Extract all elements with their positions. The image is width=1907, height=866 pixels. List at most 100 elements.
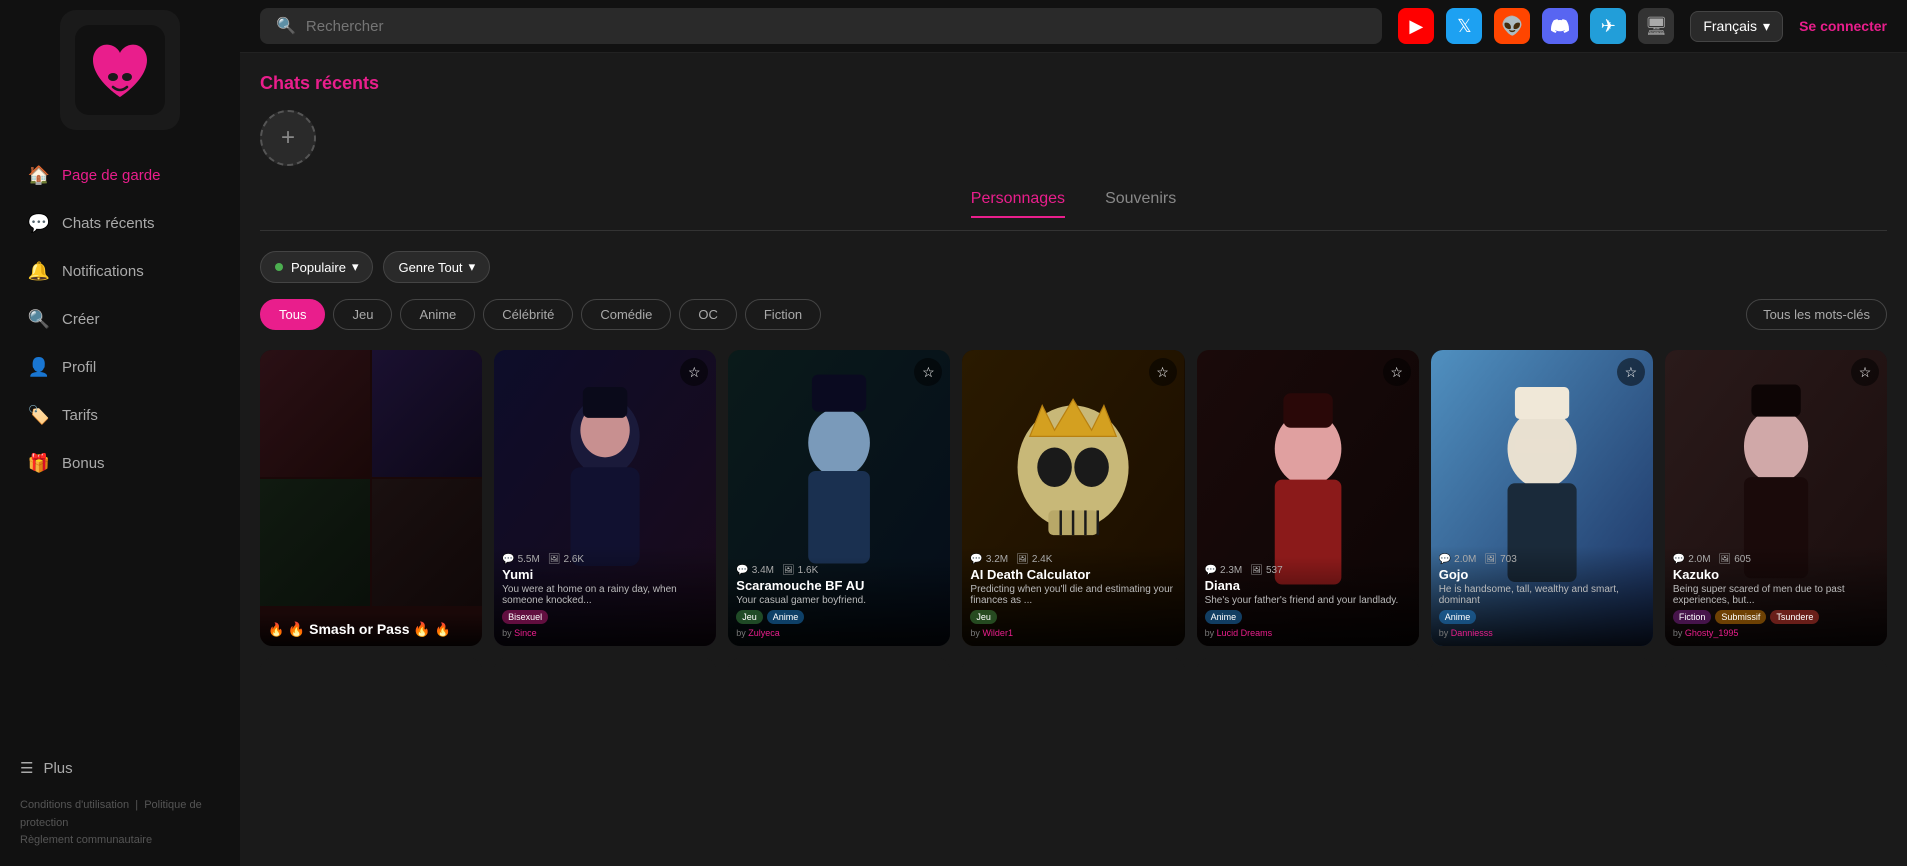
all-keywords-button[interactable]: Tous les mots-clés [1746, 299, 1887, 330]
ai-death-messages: 💬 3.2M [970, 554, 1008, 565]
char-card-row2-5[interactable] [1197, 658, 1419, 866]
community-link[interactable]: Règlement communautaire [20, 834, 152, 846]
home-icon: 🏠 [28, 164, 50, 186]
discord-button[interactable] [1542, 8, 1578, 44]
legal-links: Conditions d'utilisation | Politique de … [20, 797, 220, 850]
plus-label: Plus [43, 760, 72, 777]
sidebar-item-home[interactable]: 🏠 Page de garde [8, 152, 232, 198]
gojo-favorite-button[interactable]: ☆ [1617, 358, 1645, 386]
sort-chevron-icon: ▾ [352, 259, 359, 275]
smash-img-3 [260, 479, 370, 606]
language-label: Français [1703, 18, 1757, 34]
diana-images: 🖼 537 [1250, 565, 1282, 576]
sidebar-item-profile[interactable]: 👤 Profil [8, 344, 232, 390]
tab-personnages[interactable]: Personnages [971, 190, 1065, 218]
char-card-row2-6[interactable] [1431, 658, 1653, 866]
smash-img-1 [260, 350, 370, 477]
cat-tous[interactable]: Tous [260, 299, 325, 330]
cat-celebrite[interactable]: Célébrité [483, 299, 573, 330]
tab-souvenirs[interactable]: Souvenirs [1105, 190, 1176, 218]
char-card-row2-7[interactable] [1665, 658, 1887, 866]
sidebar-item-notifications[interactable]: 🔔 Notifications [8, 248, 232, 294]
char-card-yumi[interactable]: ☆ 💬 5.5M 🖼 2.6K Yumi You were at home on… [494, 350, 716, 646]
char-card-gojo[interactable]: ☆ 💬 2.0M 🖼 703 Gojo He is handsome, tall… [1431, 350, 1653, 646]
sidebar-item-bonus[interactable]: 🎁 Bonus [8, 440, 232, 486]
search-input[interactable] [306, 18, 1366, 35]
fire-icon-right: 🔥 [434, 622, 450, 637]
char-card-ai-death[interactable]: ☆ 💬 3.2M 🖼 2.4K AI Death Calculator Pred… [962, 350, 1184, 646]
kazuko-images: 🖼 605 [1719, 554, 1751, 565]
diana-tags: Anime [1205, 610, 1411, 624]
gojo-name: Gojo [1439, 567, 1645, 583]
logo-icon [75, 25, 165, 115]
notifications-icon: 🔔 [28, 260, 50, 282]
sort-dropdown[interactable]: Populaire ▾ [260, 251, 373, 283]
chevron-down-icon: ▾ [1763, 18, 1770, 35]
sidebar: 🏠 Page de garde 💬 Chats récents 🔔 Notifi… [0, 0, 240, 866]
char-card-scaramouche[interactable]: ☆ 💬 3.4M 🖼 1.6K Scaramouche BF AU Your c… [728, 350, 950, 646]
smash-card-overlay: 🔥 🔥 Smash or Pass 🔥 🔥 [260, 613, 482, 646]
ai-death-tag-jeu: Jeu [970, 610, 997, 624]
scaramouche-name: Scaramouche BF AU [736, 578, 942, 594]
scaramouche-messages: 💬 3.4M [736, 565, 774, 576]
yumi-desc: You were at home on a rainy day, when so… [502, 584, 708, 606]
yumi-tags: Bisexuel [502, 610, 708, 624]
char-card-kazuko[interactable]: ☆ 💬 2.0M 🖼 605 Kazuko Being super scared… [1665, 350, 1887, 646]
ai-death-favorite-button[interactable]: ☆ [1149, 358, 1177, 386]
cat-comedie[interactable]: Comédie [581, 299, 671, 330]
smash-img-4 [372, 479, 482, 606]
sidebar-item-pricing[interactable]: 🏷️ Tarifs [8, 392, 232, 438]
char-card-row2-4[interactable] [962, 658, 1184, 866]
logo-container [60, 10, 180, 130]
kazuko-desc: Being super scared of men due to past ex… [1673, 584, 1879, 606]
sidebar-item-create[interactable]: 🔍 Créer [8, 296, 232, 342]
sidebar-item-bonus-label: Bonus [62, 455, 105, 472]
main-nav: 🏠 Page de garde 💬 Chats récents 🔔 Notifi… [0, 140, 240, 735]
telegram-button[interactable]: ✈ [1590, 8, 1626, 44]
sidebar-item-create-label: Créer [62, 311, 100, 328]
yumi-name: Yumi [502, 567, 708, 583]
twitter-button[interactable]: 𝕏 [1446, 8, 1482, 44]
cat-fiction[interactable]: Fiction [745, 299, 821, 330]
kazuko-overlay: 💬 2.0M 🖼 605 Kazuko Being super scared o… [1665, 546, 1887, 647]
kazuko-favorite-button[interactable]: ☆ [1851, 358, 1879, 386]
sidebar-item-chats[interactable]: 💬 Chats récents [8, 200, 232, 246]
cat-anime[interactable]: Anime [400, 299, 475, 330]
sidebar-item-profile-label: Profil [62, 359, 96, 376]
plus-icon: + [281, 124, 295, 152]
chats-icon: 💬 [28, 212, 50, 234]
yumi-overlay: 💬 5.5M 🖼 2.6K Yumi You were at home on a… [494, 546, 716, 647]
yumi-tag-bisexuel: Bisexuel [502, 610, 548, 624]
char-card-smash-or-pass[interactable]: 🔥 🔥 Smash or Pass 🔥 🔥 [260, 350, 482, 646]
new-chat-button[interactable]: + [260, 110, 316, 166]
sidebar-item-home-label: Page de garde [62, 167, 160, 184]
terms-link[interactable]: Conditions d'utilisation [20, 799, 129, 811]
plus-section[interactable]: ☰ Plus [20, 751, 220, 785]
genre-dropdown[interactable]: Genre Tout ▾ [383, 251, 490, 283]
ai-death-tags: Jeu [970, 610, 1176, 624]
language-dropdown[interactable]: Français ▾ [1690, 11, 1783, 42]
char-card-row2-3[interactable] [728, 658, 950, 866]
search-bar[interactable]: 🔍 [260, 8, 1382, 44]
login-button[interactable]: Se connecter [1799, 18, 1887, 34]
sidebar-footer: ☰ Plus Conditions d'utilisation | Politi… [0, 735, 240, 866]
header: 🔍 ▶ 𝕏 👽 ✈ 🖥 Français ▾ Se connecter [240, 0, 1907, 53]
char-card-row2-2[interactable] [494, 658, 716, 866]
scaramouche-images: 🖼 1.6K [782, 565, 818, 576]
diana-overlay: 💬 2.3M 🖼 537 Diana She's your father's f… [1197, 557, 1419, 647]
yumi-author: by Since [502, 628, 708, 638]
gojo-images: 🖼 703 [1484, 554, 1516, 565]
youtube-button[interactable]: ▶ [1398, 8, 1434, 44]
monitor-button[interactable]: 🖥 [1638, 8, 1674, 44]
gojo-tag-anime: Anime [1439, 610, 1477, 624]
cat-oc[interactable]: OC [679, 299, 737, 330]
char-card-diana[interactable]: ☆ 💬 2.3M 🖼 537 Diana She's your father's… [1197, 350, 1419, 646]
reddit-button[interactable]: 👽 [1494, 8, 1530, 44]
content-area: Chats récents + Personnages Souvenirs Po… [240, 53, 1907, 866]
diana-favorite-button[interactable]: ☆ [1383, 358, 1411, 386]
pricing-icon: 🏷️ [28, 404, 50, 426]
cat-jeu[interactable]: Jeu [333, 299, 392, 330]
char-card-row2-1[interactable] [260, 658, 482, 866]
create-icon: 🔍 [28, 308, 50, 330]
ai-death-name: AI Death Calculator [970, 567, 1176, 583]
